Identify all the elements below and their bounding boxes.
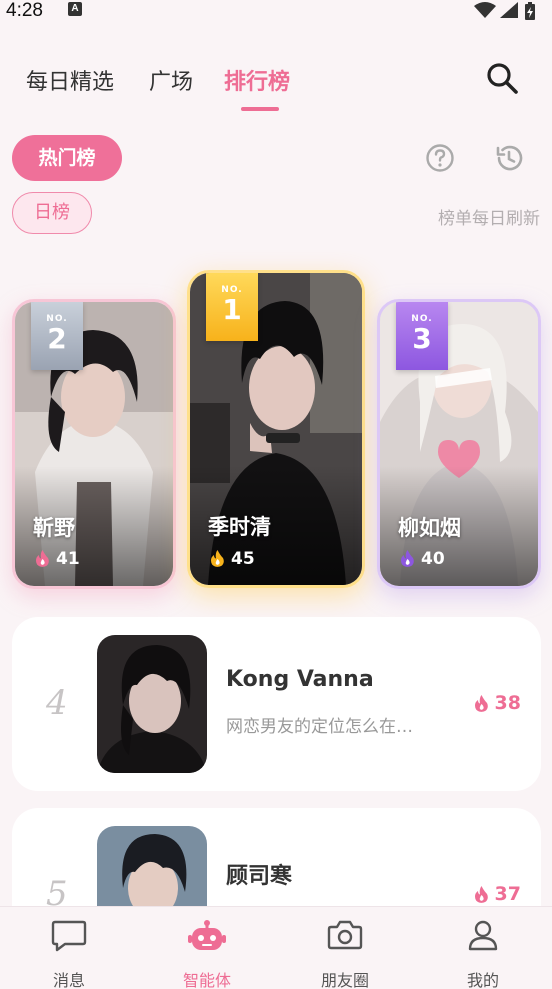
flame-icon	[36, 550, 49, 567]
podium-card-rank-3[interactable]: NO. 3 柳如烟 40	[377, 299, 541, 589]
podium-card-rank-1[interactable]: NO. 1 季时清 45	[187, 270, 365, 588]
daily-ranking-button[interactable]: 日榜	[12, 192, 92, 234]
nav-moments[interactable]: 朋友圈	[276, 907, 414, 989]
flame-icon	[401, 550, 414, 567]
heat-value: 37	[494, 883, 521, 905]
rank-3-badge: NO. 3	[396, 302, 448, 370]
character-name: 顾司寒	[226, 864, 293, 889]
list-item[interactable]: 4 Kong Vanna 网恋男友的定位怎么在… 38	[12, 617, 541, 791]
robot-icon	[188, 920, 226, 950]
tab-daily-picks[interactable]: 每日精选	[26, 64, 114, 96]
character-name: Kong Vanna	[226, 667, 374, 692]
tab-plaza[interactable]: 广场	[149, 64, 193, 96]
nav-label: 朋友圈	[320, 971, 369, 989]
rank-2-badge: NO. 2	[31, 302, 83, 370]
nav-label: 消息	[52, 971, 85, 989]
heat-count: 38	[474, 692, 521, 714]
hot-ranking-button[interactable]: 热门榜	[12, 135, 122, 181]
flame-icon	[211, 550, 224, 567]
help-icon[interactable]	[424, 142, 456, 174]
flame-icon	[474, 886, 488, 903]
heat-count: 40	[400, 549, 445, 569]
status-icons	[474, 2, 544, 20]
history-icon[interactable]	[493, 142, 525, 174]
heat-count: 37	[474, 883, 521, 905]
camera-icon	[327, 920, 363, 950]
rank-number: 1	[222, 293, 242, 326]
character-name: 季时清	[208, 515, 271, 539]
status-bar: 4:28 A	[0, 0, 552, 22]
chat-icon	[51, 920, 87, 952]
podium-card-rank-2[interactable]: NO. 2 靳野 41	[12, 299, 176, 589]
character-name: 靳野	[33, 516, 75, 540]
tab-leaderboard[interactable]: 排行榜	[224, 64, 290, 96]
nav-label: 智能体	[182, 971, 231, 989]
rank-number: 4	[46, 683, 68, 723]
refresh-note: 榜单每日刷新	[438, 209, 540, 229]
nav-label: 我的	[466, 971, 499, 989]
search-icon[interactable]	[484, 60, 520, 96]
person-icon	[468, 920, 498, 951]
wifi-icon	[474, 2, 496, 18]
heat-count: 41	[35, 549, 80, 569]
heat-value: 45	[231, 549, 255, 569]
nav-agents[interactable]: 智能体	[138, 907, 276, 989]
status-time: 4:28	[6, 0, 43, 21]
nav-me[interactable]: 我的	[414, 907, 552, 989]
cell-signal-icon	[500, 2, 518, 18]
character-description: 网恋男友的定位怎么在…	[226, 717, 413, 737]
flame-icon	[474, 695, 488, 712]
character-portrait-image	[97, 635, 207, 773]
heat-value: 41	[56, 549, 80, 569]
bottom-nav: 消息 智能体 朋友圈 我的	[0, 906, 552, 989]
heat-value: 38	[494, 692, 521, 714]
notification-a-icon: A	[68, 2, 82, 16]
avatar	[97, 635, 207, 773]
character-name: 柳如烟	[398, 516, 461, 540]
nav-messages[interactable]: 消息	[0, 907, 138, 989]
rank-number: 2	[47, 322, 67, 355]
heat-value: 40	[421, 549, 445, 569]
rank-1-badge: NO. 1	[206, 273, 258, 341]
active-tab-indicator	[241, 107, 279, 111]
battery-icon	[525, 2, 535, 20]
rank-number: 3	[412, 322, 432, 355]
heat-count: 45	[210, 549, 255, 569]
